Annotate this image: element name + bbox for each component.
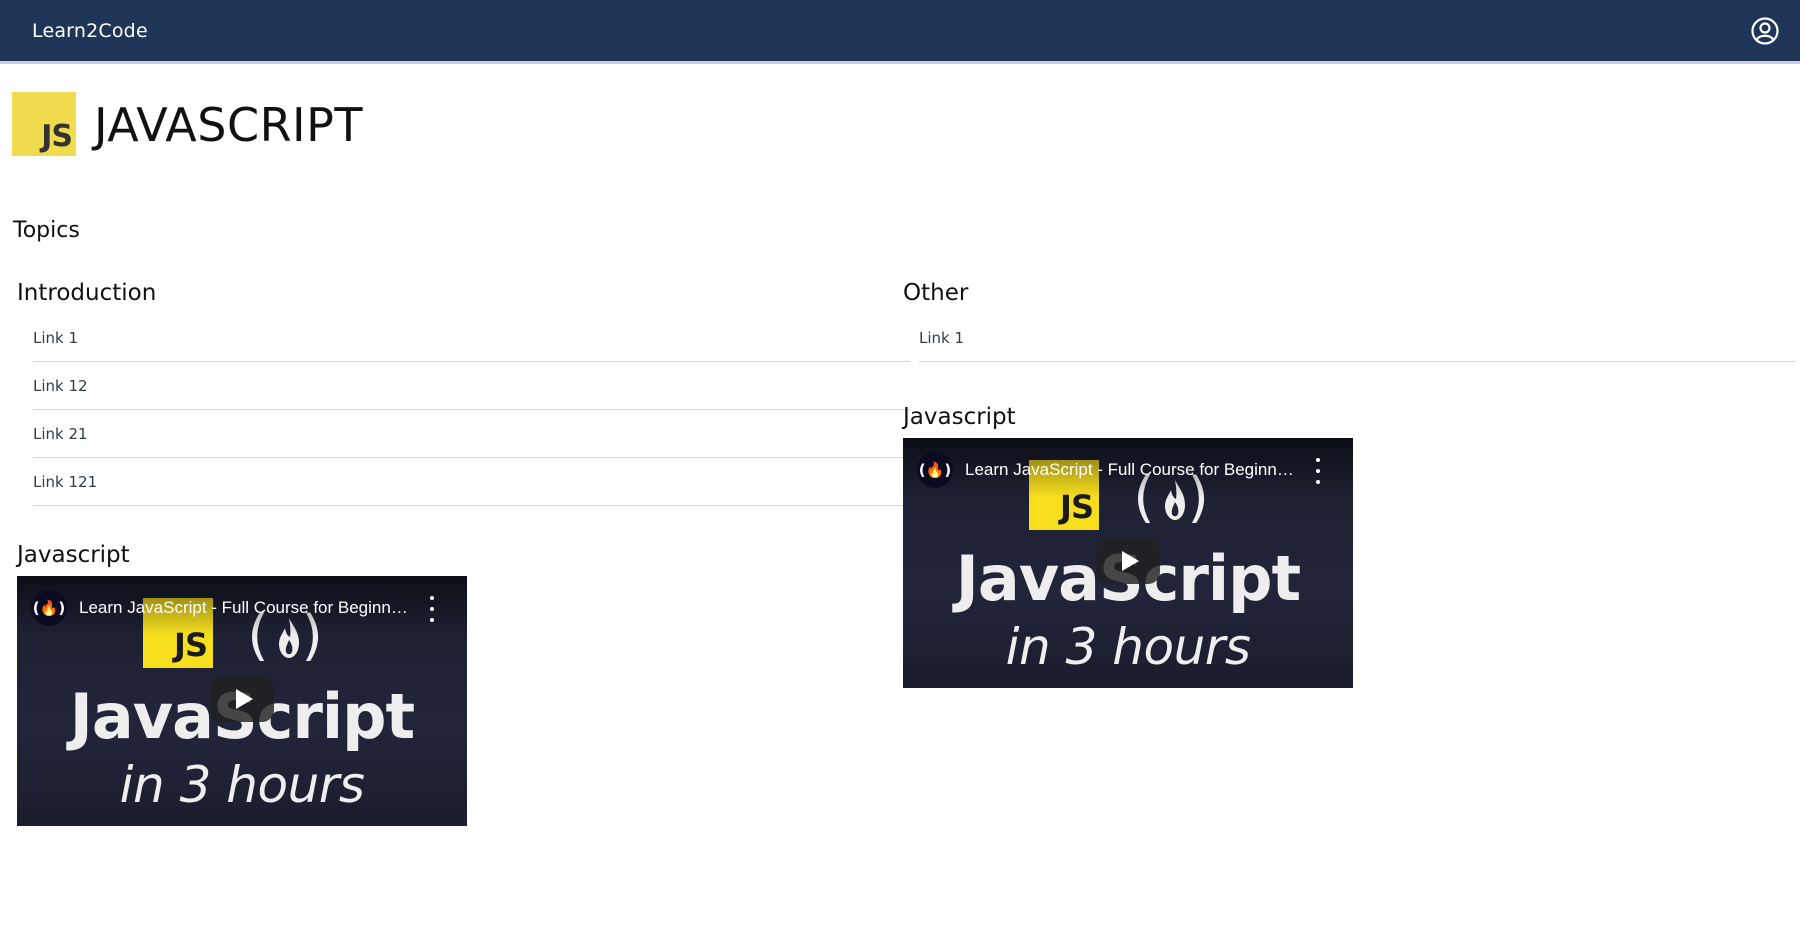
- video-caption[interactable]: Learn JavaScript - Full Course for Begin…: [79, 598, 409, 618]
- javascript-logo-text: JS: [41, 119, 73, 154]
- brand-link[interactable]: Learn2Code: [32, 20, 148, 42]
- video-section-title: Javascript: [17, 542, 130, 568]
- more-vert-icon[interactable]: [1313, 458, 1323, 484]
- video-section-title: Javascript: [903, 404, 1016, 430]
- other-video-block: Javascript JS ( ) JavaScript in 3 hours …: [903, 398, 1783, 688]
- link-item-link-1[interactable]: Link 1: [33, 329, 78, 347]
- play-icon: [235, 689, 253, 709]
- page-title: JAVASCRIPT: [94, 98, 363, 152]
- embedded-video-player[interactable]: JS ( ) JavaScript in 3 hours (🔥) Learn J…: [17, 576, 467, 826]
- thumbnail-title-line2: in 3 hours: [1005, 618, 1251, 676]
- list-item: Link 1: [33, 314, 910, 362]
- account-circle-icon[interactable]: [1750, 16, 1780, 46]
- javascript-logo: JS: [12, 92, 76, 156]
- section-title-introduction: Introduction: [17, 280, 157, 306]
- introduction-video-block: Javascript JS ( ) JavaScript in 3 hours …: [17, 536, 897, 826]
- other-section: Other Link 1 Javascript JS ( ) JavaScrip…: [903, 276, 1796, 688]
- more-vert-icon[interactable]: [427, 596, 437, 622]
- other-link-list: Link 1: [919, 314, 1796, 362]
- link-item-link-21[interactable]: Link 21: [33, 425, 88, 443]
- embedded-video-player[interactable]: JS ( ) JavaScript in 3 hours (🔥) Learn J…: [903, 438, 1353, 688]
- topics-heading: Topics: [13, 218, 80, 243]
- video-caption[interactable]: Learn JavaScript - Full Course for Begin…: [965, 460, 1295, 480]
- section-title-other: Other: [903, 280, 969, 306]
- list-item: Link 121: [33, 458, 910, 506]
- thumbnail-title-line2: in 3 hours: [119, 756, 365, 814]
- introduction-link-list: Link 1 Link 12 Link 21 Link 121: [33, 314, 910, 506]
- freecodecamp-icon[interactable]: (🔥): [31, 590, 67, 626]
- link-item-link-1[interactable]: Link 1: [919, 329, 964, 347]
- link-item-link-12[interactable]: Link 12: [33, 377, 88, 395]
- top-navbar: Learn2Code: [0, 0, 1800, 64]
- play-button[interactable]: [1096, 538, 1160, 584]
- play-icon: [1121, 551, 1139, 571]
- play-button[interactable]: [210, 676, 274, 722]
- list-item: Link 21: [33, 410, 910, 458]
- list-item: Link 1: [919, 314, 1796, 362]
- list-item: Link 12: [33, 362, 910, 410]
- link-item-link-121[interactable]: Link 121: [33, 473, 97, 491]
- freecodecamp-icon[interactable]: (🔥): [917, 452, 953, 488]
- introduction-section: Introduction Link 1 Link 12 Link 21 Link…: [17, 276, 910, 826]
